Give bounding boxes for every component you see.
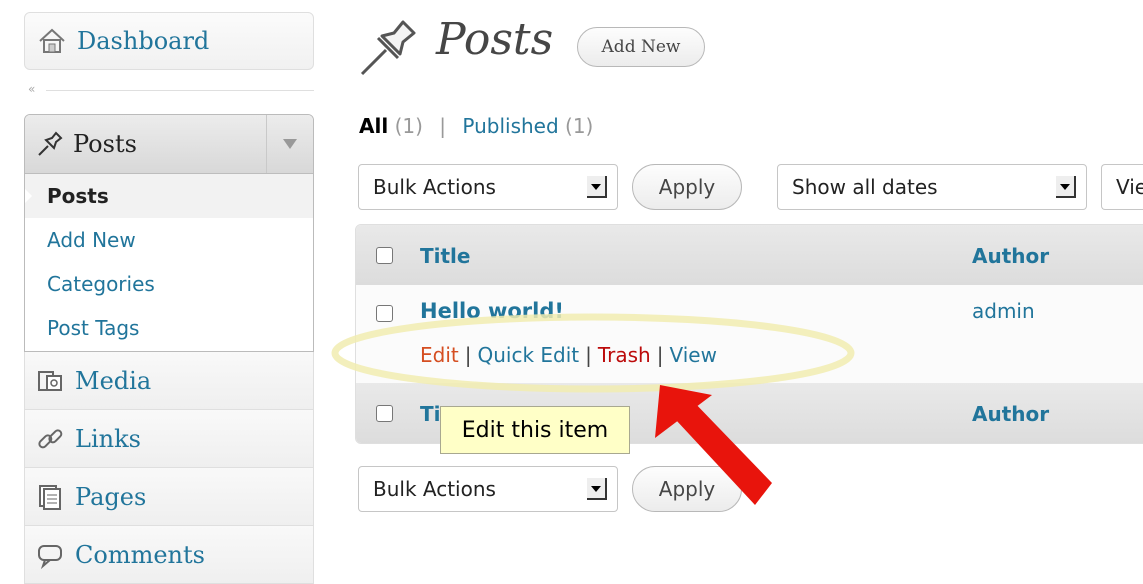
edit-link[interactable]: Edit — [420, 343, 459, 367]
submenu-label: Posts — [47, 184, 109, 208]
page-title: Posts — [436, 14, 554, 65]
column-title[interactable]: Ti — [420, 402, 441, 426]
sidebar-item-label: Media — [75, 366, 152, 395]
submenu-add-new[interactable]: Add New — [25, 218, 313, 262]
view-link[interactable]: View — [669, 343, 716, 367]
sidebar-posts-menu: Posts Posts Add New Categories Post Tags — [24, 114, 314, 352]
home-icon — [39, 28, 65, 53]
select-value: Bulk Actions — [373, 477, 496, 501]
sidebar-item-pages[interactable]: Pages — [24, 468, 314, 526]
submenu-label: Post Tags — [47, 316, 140, 340]
bulk-actions-select-bottom[interactable]: Bulk Actions — [358, 466, 618, 512]
table-header: Title Author — [356, 225, 1143, 285]
dropdown-arrow-icon — [1056, 176, 1076, 198]
status-filters: All (1) | Published (1) — [359, 114, 593, 138]
sidebar-item-comments[interactable]: Comments — [24, 526, 314, 584]
column-author: Author — [972, 244, 1050, 268]
table-row: Hello world! admin Edit | Quick Edit | Trash… — [356, 285, 1143, 384]
author-link[interactable]: admin — [972, 299, 1035, 323]
menu-collapse[interactable]: « — [24, 82, 314, 96]
sidebar-item-label: Pages — [75, 482, 147, 511]
view-select[interactable]: Vie — [1101, 164, 1143, 210]
select-value: Vie — [1116, 175, 1143, 199]
pushpin-icon — [38, 131, 63, 156]
separator: | — [439, 114, 447, 138]
apply-button-bottom[interactable]: Apply — [632, 466, 742, 512]
tooltip: Edit this item — [440, 406, 630, 454]
row-checkbox[interactable] — [376, 305, 393, 322]
submenu-label: Add New — [47, 228, 136, 252]
trash-link[interactable]: Trash — [598, 343, 651, 367]
sidebar-item-links[interactable]: Links — [24, 410, 314, 468]
sidebar-item-label: Comments — [75, 540, 205, 569]
sidebar-item-posts[interactable]: Posts — [25, 115, 313, 174]
quick-edit-link[interactable]: Quick Edit — [477, 343, 579, 367]
collapse-icon: « — [28, 82, 36, 96]
submenu-categories[interactable]: Categories — [25, 262, 313, 306]
dropdown-arrow-icon — [587, 176, 607, 198]
apply-button[interactable]: Apply — [632, 164, 742, 210]
post-title-link[interactable]: Hello world! — [420, 299, 564, 323]
submenu-label: Categories — [47, 272, 155, 296]
count-badge: (1) — [394, 114, 423, 138]
row-actions: Edit | Quick Edit | Trash | View — [420, 343, 717, 367]
select-all-checkbox[interactable] — [376, 247, 393, 264]
triangle-down-icon — [283, 139, 297, 149]
filter-all[interactable]: All — [359, 114, 388, 138]
sidebar-item-label: Dashboard — [77, 27, 210, 55]
column-title[interactable]: Title — [420, 244, 470, 268]
submenu-post-tags[interactable]: Post Tags — [25, 306, 313, 350]
column-author: Author — [972, 402, 1050, 426]
divider — [46, 90, 314, 91]
menu-toggle[interactable] — [266, 115, 313, 173]
add-new-button[interactable]: Add New — [577, 27, 705, 67]
count-badge: (1) — [565, 114, 594, 138]
select-all-checkbox[interactable] — [376, 405, 393, 422]
select-value: Bulk Actions — [373, 175, 496, 199]
sidebar-item-dashboard[interactable]: Dashboard — [24, 12, 314, 70]
bulk-actions-select[interactable]: Bulk Actions — [358, 164, 618, 210]
comment-icon — [38, 544, 62, 569]
link-icon — [38, 428, 63, 448]
current-pointer — [25, 188, 32, 204]
sidebar-item-label: Links — [75, 424, 141, 453]
pages-icon — [39, 484, 61, 510]
media-icon — [38, 370, 62, 391]
dates-select[interactable]: Show all dates — [777, 164, 1087, 210]
submenu-posts[interactable]: Posts — [25, 174, 313, 218]
select-value: Show all dates — [792, 175, 938, 199]
dropdown-arrow-icon — [587, 478, 607, 500]
sidebar-item-label: Posts — [73, 130, 137, 158]
sidebar-item-media[interactable]: Media — [24, 352, 314, 410]
filter-published[interactable]: Published — [462, 114, 558, 138]
pushpin-icon — [360, 20, 416, 76]
